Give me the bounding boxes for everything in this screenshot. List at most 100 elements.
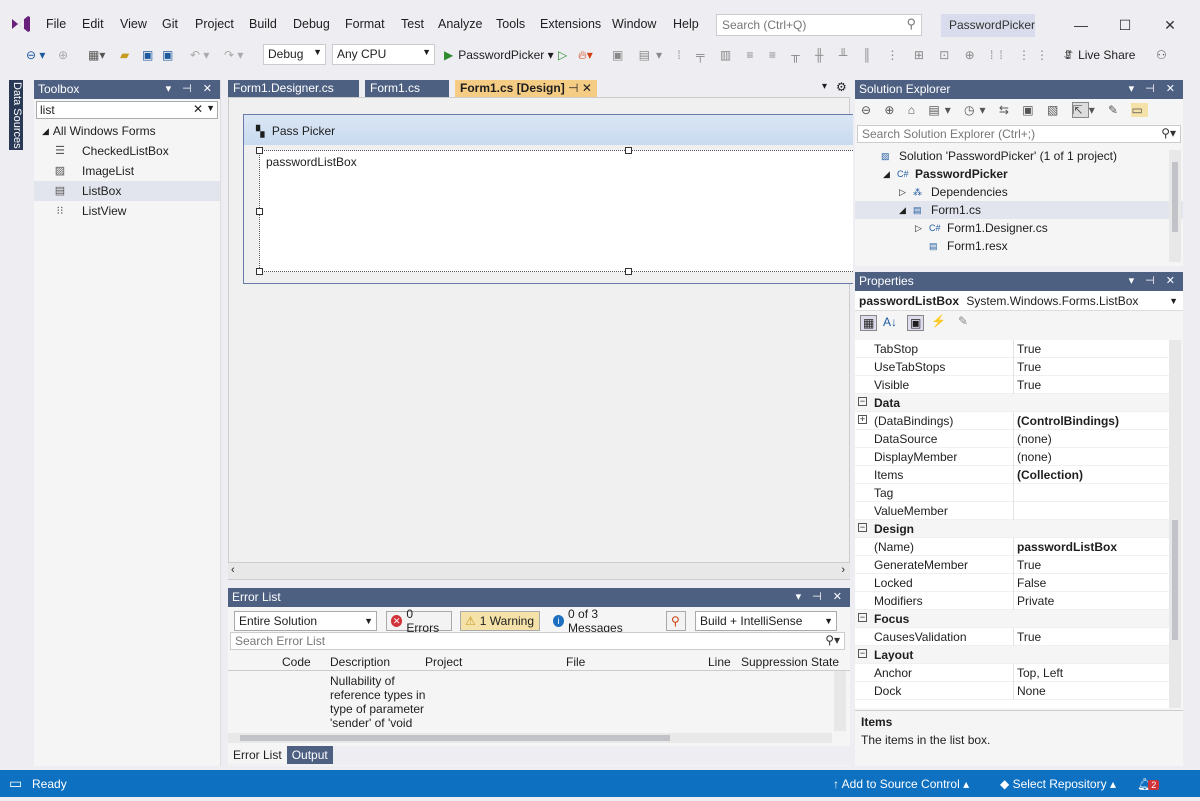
property-row[interactable]: Dock None bbox=[855, 682, 1169, 700]
toolbox-item-listbox[interactable]: ▤ ListBox bbox=[34, 181, 220, 201]
hot-reload-icon[interactable]: 🔥︎▾ bbox=[578, 45, 593, 65]
tab-overflow-icon[interactable]: ▾ bbox=[822, 81, 827, 92]
add-to-source-control-button[interactable]: ↑ Add to Source Control ▴ bbox=[833, 777, 969, 791]
property-value[interactable]: (Collection) bbox=[1017, 468, 1083, 482]
solution-node[interactable]: ▷ ⁂ Dependencies bbox=[855, 183, 1183, 201]
property-row[interactable]: TabStop True bbox=[855, 340, 1169, 358]
gear-icon[interactable]: ⚙ bbox=[836, 80, 847, 94]
scroll-thumb[interactable] bbox=[1172, 520, 1178, 640]
column-code[interactable]: Code bbox=[282, 655, 311, 669]
chevron-left-icon[interactable]: ‹ bbox=[231, 564, 235, 576]
redo-icon[interactable]: ↷ ▾ bbox=[224, 45, 243, 65]
toolbox-item-checkedlistbox[interactable]: ☰ CheckedListBox bbox=[34, 141, 220, 161]
expand-icon[interactable]: ▷ bbox=[899, 187, 913, 198]
scroll-thumb[interactable] bbox=[1172, 162, 1178, 232]
expand-icon[interactable]: ◢ bbox=[899, 205, 913, 216]
messages-filter-button[interactable]: i0 of 3 Messages bbox=[548, 607, 654, 635]
property-row[interactable]: DisplayMember (none) bbox=[855, 448, 1169, 466]
property-category[interactable]: − Data bbox=[855, 394, 1169, 412]
error-list-search-input[interactable]: Search Error List ⚲▾ bbox=[230, 632, 845, 650]
column-suppression-state[interactable]: Suppression State bbox=[741, 655, 839, 669]
toolbox-group[interactable]: ◢ All Windows Forms bbox=[34, 121, 220, 141]
menu-item-project[interactable]: Project bbox=[195, 17, 234, 31]
menu-item-extensions[interactable]: Extensions bbox=[540, 17, 601, 31]
minimize-button[interactable]: — bbox=[1066, 12, 1096, 38]
resize-handle[interactable] bbox=[256, 147, 263, 154]
resize-handle[interactable] bbox=[625, 147, 632, 154]
notifications-button[interactable]: 🔔︎2 bbox=[1137, 777, 1160, 791]
property-row[interactable]: GenerateMember True bbox=[855, 556, 1169, 574]
live-share-button[interactable]: ⇪ Live Share bbox=[1063, 45, 1135, 65]
pane-controls[interactable]: ▾ ⊣ ✕ bbox=[796, 590, 846, 603]
clear-search-icon[interactable]: ✕ bbox=[193, 102, 203, 116]
property-row[interactable]: Modifiers Private bbox=[855, 592, 1169, 610]
tab-form1-designer-cs[interactable]: Form1.Designer.cs bbox=[228, 80, 359, 97]
password-listbox-control[interactable]: passwordListBox bbox=[259, 150, 853, 272]
resize-handle[interactable] bbox=[256, 208, 263, 215]
open-icon[interactable]: ▰ bbox=[120, 45, 129, 65]
property-row[interactable]: (Name) passwordListBox bbox=[855, 538, 1169, 556]
menu-item-view[interactable]: View bbox=[120, 17, 147, 31]
property-row[interactable]: DataSource (none) bbox=[855, 430, 1169, 448]
pane-controls[interactable]: ▾ ⊣ ✕ bbox=[166, 82, 216, 95]
tab-error-list[interactable]: Error List bbox=[228, 746, 287, 764]
properties-icon[interactable]: ▣ bbox=[907, 315, 925, 331]
menu-item-file[interactable]: File bbox=[46, 17, 66, 31]
property-value[interactable]: (none) bbox=[1017, 432, 1052, 446]
menu-item-build[interactable]: Build bbox=[249, 17, 277, 31]
toolbox-item-imagelist[interactable]: ▨ ImageList bbox=[34, 161, 220, 181]
menu-item-help[interactable]: Help bbox=[673, 17, 699, 31]
property-row[interactable]: Anchor Top, Left bbox=[855, 664, 1169, 682]
forward-icon[interactable]: ⊕ bbox=[58, 45, 68, 65]
menu-item-tools[interactable]: Tools bbox=[496, 17, 525, 31]
column-description[interactable]: Description bbox=[330, 655, 390, 669]
new-project-icon[interactable]: ▦▾ bbox=[88, 45, 105, 65]
build-filter-select[interactable]: Build + IntelliSense ▼ bbox=[695, 611, 837, 631]
feedback-icon[interactable]: ⚇ bbox=[1156, 45, 1167, 65]
tab-form1-cs[interactable]: Form1.cs bbox=[365, 80, 449, 97]
expand-icon[interactable]: + bbox=[858, 415, 867, 424]
properties-scrollbar[interactable] bbox=[1169, 340, 1181, 708]
menu-item-analyze[interactable]: Analyze bbox=[438, 17, 482, 31]
select-repository-button[interactable]: ◆ Select Repository ▴ bbox=[1000, 777, 1116, 791]
collapse-icon[interactable]: − bbox=[858, 649, 867, 658]
property-category[interactable]: − Design bbox=[855, 520, 1169, 538]
alphabetical-icon[interactable]: A↓ bbox=[883, 315, 897, 329]
undo-icon[interactable]: ↶ ▾ bbox=[190, 45, 209, 65]
property-value[interactable]: False bbox=[1017, 576, 1046, 590]
menu-item-edit[interactable]: Edit bbox=[82, 17, 104, 31]
property-value[interactable]: None bbox=[1017, 684, 1046, 698]
property-category[interactable]: − Layout bbox=[855, 646, 1169, 664]
solution-node[interactable]: ◢ C# PasswordPicker bbox=[855, 165, 1183, 183]
designer-horizontal-scrollbar[interactable]: ‹ › bbox=[228, 562, 850, 579]
expand-icon[interactable]: ▷ bbox=[915, 223, 929, 234]
start-without-debug-icon[interactable]: ▷ bbox=[558, 45, 567, 65]
errors-filter-button[interactable]: ✕ 0 Errors bbox=[386, 607, 452, 635]
property-category[interactable]: − Focus bbox=[855, 610, 1169, 628]
collapse-icon[interactable]: − bbox=[858, 523, 867, 532]
menu-item-format[interactable]: Format bbox=[345, 17, 385, 31]
categorized-icon[interactable]: ▦ bbox=[860, 315, 878, 331]
save-icon[interactable]: ▣ bbox=[142, 45, 153, 65]
tab-form1-cs-design[interactable]: Form1.cs [Design] ⊣ ✕ bbox=[455, 80, 597, 97]
collapse-icon[interactable]: − bbox=[858, 397, 867, 406]
solution-node[interactable]: ▤ Form1.resx bbox=[855, 237, 1183, 255]
column-file[interactable]: File bbox=[566, 655, 585, 669]
toolbox-search-input[interactable]: list ✕ ▼ bbox=[36, 101, 218, 119]
error-list-vertical-scrollbar[interactable] bbox=[834, 671, 846, 731]
chevron-right-icon[interactable]: › bbox=[841, 564, 845, 576]
column-line[interactable]: Line bbox=[708, 655, 731, 669]
property-value[interactable]: True bbox=[1017, 630, 1041, 644]
collapse-icon[interactable]: − bbox=[858, 613, 867, 622]
preview-icon[interactable]: ▭ bbox=[1131, 103, 1148, 117]
resize-handle[interactable] bbox=[625, 268, 632, 275]
events-icon[interactable]: ⚡ bbox=[931, 314, 946, 328]
property-value[interactable]: Private bbox=[1017, 594, 1054, 608]
config-select[interactable]: Debug ▼ bbox=[263, 44, 326, 65]
property-row[interactable]: Locked False bbox=[855, 574, 1169, 592]
pane-controls[interactable]: ▾ ⊣ ✕ bbox=[1129, 274, 1179, 287]
menu-item-test[interactable]: Test bbox=[401, 17, 424, 31]
pin-close-icon[interactable]: ⊣ ✕ bbox=[565, 81, 592, 95]
property-value[interactable]: True bbox=[1017, 558, 1041, 572]
solution-explorer-toolbar[interactable]: ⊖ ⊕ ⌂ ▤▾ ◷▾ ⇆ ▣ ▧ ⇱▾ ✎ ▭ bbox=[855, 99, 1183, 125]
